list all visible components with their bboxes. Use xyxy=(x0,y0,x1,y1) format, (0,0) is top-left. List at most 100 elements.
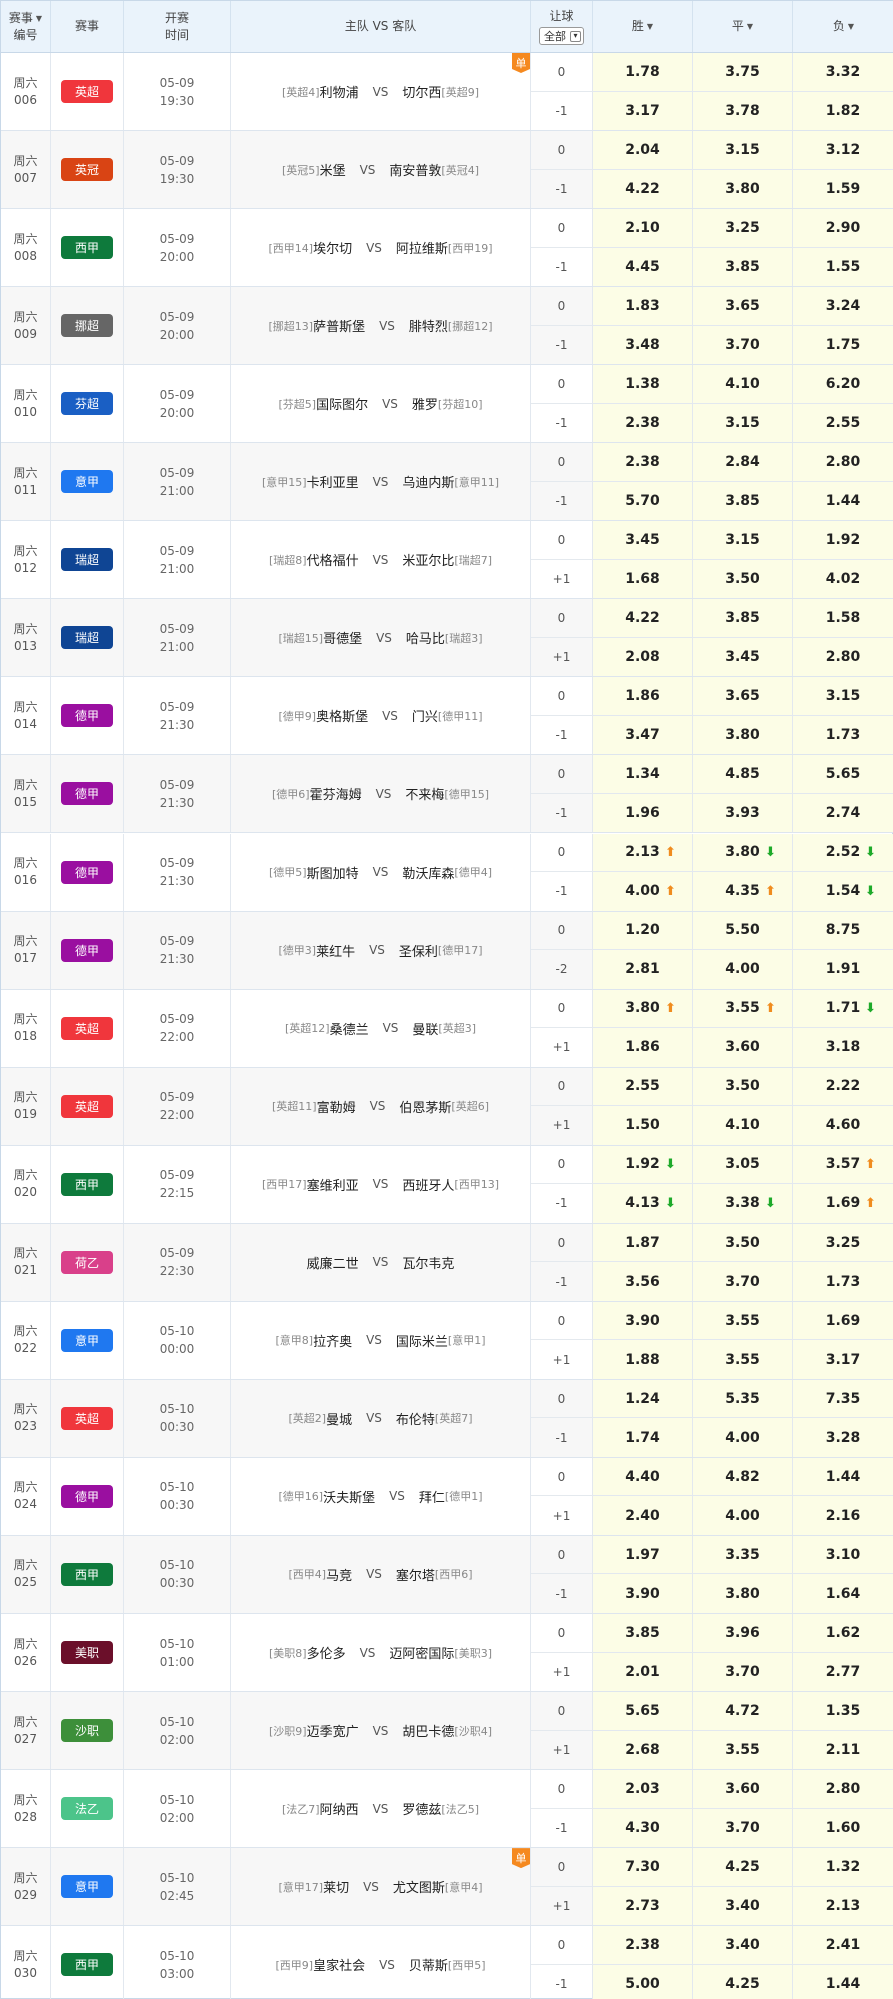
league-badge[interactable]: 德甲 xyxy=(61,1484,113,1508)
odds-lose-button[interactable]: 1.69 xyxy=(793,1301,893,1340)
odds-draw-button[interactable]: 3.80 xyxy=(693,169,793,209)
odds-win-button[interactable]: 4.45 xyxy=(593,247,693,287)
odds-lose-button[interactable]: 1.54 ⬇ xyxy=(793,872,893,911)
home-team[interactable]: 马竞 xyxy=(326,1565,352,1584)
odds-win-button[interactable]: 1.20 xyxy=(593,911,693,950)
odds-draw-button[interactable]: 4.00 xyxy=(693,1418,793,1457)
odds-win-button[interactable]: 3.48 xyxy=(593,325,693,365)
away-team[interactable]: 阿拉维斯 xyxy=(396,238,448,257)
odds-win-button[interactable]: 5.65 xyxy=(593,1692,693,1730)
odds-draw-button[interactable]: 3.55 ⬆ xyxy=(693,989,793,1028)
league-badge[interactable]: 挪超 xyxy=(61,314,113,338)
odds-win-button[interactable]: 1.78 xyxy=(593,53,693,91)
odds-lose-button[interactable]: 1.55 xyxy=(793,247,893,287)
odds-lose-button[interactable]: 2.52 ⬇ xyxy=(793,833,893,872)
league-badge[interactable]: 英冠 xyxy=(61,158,113,182)
odds-lose-button[interactable]: 2.90 xyxy=(793,209,893,247)
odds-lose-button[interactable]: 3.17 xyxy=(793,1340,893,1379)
home-team[interactable]: 国际图尔 xyxy=(316,394,368,413)
odds-lose-button[interactable]: 1.73 xyxy=(793,715,893,755)
odds-win-button[interactable]: 1.83 xyxy=(593,287,693,325)
odds-lose-button[interactable]: 2.13 xyxy=(793,1886,893,1926)
odds-lose-button[interactable]: 3.28 xyxy=(793,1418,893,1457)
odds-draw-button[interactable]: 3.55 xyxy=(693,1730,793,1770)
odds-win-button[interactable]: 2.08 xyxy=(593,637,693,677)
home-team[interactable]: 塞维利亚 xyxy=(307,1175,359,1194)
odds-win-button[interactable]: 3.17 xyxy=(593,91,693,131)
away-team[interactable]: 南安普敦 xyxy=(389,160,441,179)
away-team[interactable]: 雅罗 xyxy=(412,394,438,413)
odds-win-button[interactable]: 1.87 xyxy=(593,1223,693,1262)
odds-win-button[interactable]: 2.68 xyxy=(593,1730,693,1770)
odds-draw-button[interactable]: 3.85 xyxy=(693,247,793,287)
odds-draw-button[interactable]: 4.10 xyxy=(693,365,793,403)
odds-win-button[interactable]: 1.68 xyxy=(593,559,693,599)
odds-draw-button[interactable]: 4.85 xyxy=(693,755,793,793)
odds-draw-button[interactable]: 3.55 xyxy=(693,1340,793,1379)
sort-arrow-icon[interactable]: ▼ xyxy=(747,18,753,35)
odds-win-button[interactable]: 3.85 xyxy=(593,1614,693,1652)
home-team[interactable]: 曼城 xyxy=(326,1409,352,1428)
odds-draw-button[interactable]: 3.40 xyxy=(693,1886,793,1926)
league-badge[interactable]: 德甲 xyxy=(61,782,113,806)
odds-lose-button[interactable]: 1.32 xyxy=(793,1848,893,1886)
odds-lose-button[interactable]: 1.44 xyxy=(793,481,893,521)
home-team[interactable]: 桑德兰 xyxy=(330,1019,369,1038)
away-team[interactable]: 圣保利 xyxy=(399,941,438,960)
odds-draw-button[interactable]: 3.50 xyxy=(693,1223,793,1262)
odds-draw-button[interactable]: 3.05 xyxy=(693,1145,793,1184)
home-team[interactable]: 米堡 xyxy=(320,160,346,179)
odds-draw-button[interactable]: 4.72 xyxy=(693,1692,793,1730)
odds-draw-button[interactable]: 4.00 xyxy=(693,1496,793,1535)
odds-win-button[interactable]: 5.70 xyxy=(593,481,693,521)
odds-win-button[interactable]: 3.56 xyxy=(593,1262,693,1301)
league-badge[interactable]: 法乙 xyxy=(61,1797,113,1821)
odds-lose-button[interactable]: 5.65 xyxy=(793,755,893,793)
odds-lose-button[interactable]: 2.77 xyxy=(793,1652,893,1692)
odds-lose-button[interactable]: 3.32 xyxy=(793,53,893,91)
away-team[interactable]: 贝蒂斯 xyxy=(409,1955,448,1974)
home-team[interactable]: 斯图加特 xyxy=(307,863,359,882)
handicap-filter-select[interactable]: 全部 ▾ xyxy=(539,27,584,45)
odds-lose-button[interactable]: 3.10 xyxy=(793,1535,893,1574)
odds-draw-button[interactable]: 3.40 xyxy=(693,1926,793,1964)
odds-lose-button[interactable]: 2.80 xyxy=(793,1770,893,1808)
odds-lose-button[interactable]: 2.80 xyxy=(793,443,893,481)
odds-draw-button[interactable]: 3.65 xyxy=(693,287,793,325)
away-team[interactable]: 布伦特 xyxy=(396,1409,435,1428)
away-team[interactable]: 西班牙人 xyxy=(402,1175,454,1194)
odds-win-button[interactable]: 1.96 xyxy=(593,793,693,833)
odds-win-button[interactable]: 2.01 xyxy=(593,1652,693,1692)
odds-win-button[interactable]: 1.86 xyxy=(593,677,693,715)
home-team[interactable]: 萨普斯堡 xyxy=(313,316,365,335)
odds-win-button[interactable]: 1.86 xyxy=(593,1028,693,1067)
odds-lose-button[interactable]: 3.25 xyxy=(793,1223,893,1262)
odds-draw-button[interactable]: 3.80 xyxy=(693,1574,793,1613)
odds-draw-button[interactable]: 4.10 xyxy=(693,1106,793,1145)
odds-draw-button[interactable]: 3.70 xyxy=(693,1652,793,1692)
away-team[interactable]: 胡巴卡德 xyxy=(402,1721,454,1740)
odds-lose-button[interactable]: 7.35 xyxy=(793,1379,893,1418)
odds-lose-button[interactable]: 2.41 xyxy=(793,1926,893,1964)
odds-lose-button[interactable]: 2.80 xyxy=(793,637,893,677)
odds-win-button[interactable]: 2.04 xyxy=(593,131,693,169)
odds-lose-button[interactable]: 1.44 xyxy=(793,1964,893,1999)
odds-lose-button[interactable]: 1.58 xyxy=(793,599,893,637)
odds-lose-button[interactable]: 2.16 xyxy=(793,1496,893,1535)
home-team[interactable]: 迈季宽广 xyxy=(307,1721,359,1740)
odds-draw-button[interactable]: 3.50 xyxy=(693,559,793,599)
away-team[interactable]: 米亚尔比 xyxy=(402,550,454,569)
away-team[interactable]: 拜仁 xyxy=(419,1487,445,1506)
odds-draw-button[interactable]: 3.50 xyxy=(693,1067,793,1106)
odds-lose-button[interactable]: 1.64 xyxy=(793,1574,893,1613)
league-badge[interactable]: 德甲 xyxy=(61,938,113,962)
odds-draw-button[interactable]: 3.65 xyxy=(693,677,793,715)
odds-win-button[interactable]: 3.90 xyxy=(593,1574,693,1613)
odds-lose-button[interactable]: 1.75 xyxy=(793,325,893,365)
odds-win-button[interactable]: 2.81 xyxy=(593,950,693,989)
sort-arrow-icon[interactable]: ▼ xyxy=(848,18,854,35)
odds-lose-button[interactable]: 1.60 xyxy=(793,1808,893,1848)
league-badge[interactable]: 瑞超 xyxy=(61,626,113,650)
odds-lose-button[interactable]: 1.59 xyxy=(793,169,893,209)
odds-lose-button[interactable]: 1.44 xyxy=(793,1457,893,1496)
